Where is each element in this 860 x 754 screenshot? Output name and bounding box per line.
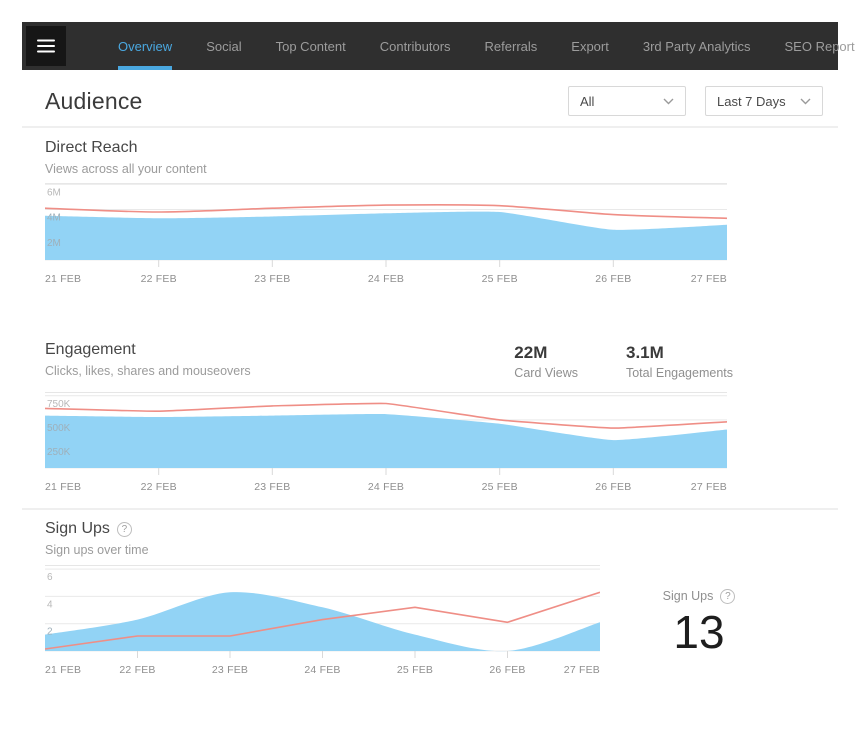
help-icon[interactable]: ? — [720, 589, 735, 604]
svg-text:4: 4 — [47, 599, 53, 610]
svg-text:750K: 750K — [47, 399, 71, 410]
direct-reach-title: Direct Reach — [45, 139, 838, 157]
tab-overview[interactable]: Overview — [118, 22, 172, 70]
tab-3rd-party-analytics[interactable]: 3rd Party Analytics — [643, 22, 751, 70]
svg-text:25 FEB: 25 FEB — [482, 273, 518, 285]
sign-ups-summary-label: Sign Ups ? — [663, 589, 736, 604]
svg-text:21 FEB: 21 FEB — [45, 664, 81, 676]
svg-text:23 FEB: 23 FEB — [254, 481, 290, 493]
svg-text:24 FEB: 24 FEB — [368, 273, 404, 285]
direct-reach-chart: 2M 4M 6M 21 FEB 22 FEB 23 FEB 24 FEB 25 FEB 26 F… — [45, 183, 727, 287]
section-sign-ups: Sign Ups ? Sign ups over time 24621 FEB2… — [22, 520, 838, 678]
svg-text:4M: 4M — [47, 213, 61, 224]
chevron-down-icon — [663, 98, 674, 105]
chevron-down-icon — [800, 98, 811, 105]
engagement-title: Engagement — [45, 341, 251, 359]
scope-dropdown[interactable]: All — [568, 86, 686, 116]
svg-text:21 FEB: 21 FEB — [45, 481, 81, 493]
sign-ups-subtitle: Sign ups over time — [45, 543, 838, 557]
section-engagement: Engagement Clicks, likes, shares and mou… — [22, 341, 838, 495]
section-direct-reach: Direct Reach Views across all your conte… — [22, 139, 838, 287]
tab-contributors[interactable]: Contributors — [380, 22, 451, 70]
help-icon[interactable]: ? — [117, 522, 132, 537]
svg-text:23 FEB: 23 FEB — [254, 273, 290, 285]
audience-dashboard: Overview Social Top Content Contributors Ref… — [0, 22, 860, 678]
tab-social[interactable]: Social — [206, 22, 241, 70]
header-divider — [22, 126, 838, 128]
nav-tabs: Overview Social Top Content Contributors Ref… — [118, 22, 855, 70]
sign-ups-summary-value: 13 — [600, 607, 798, 658]
total-engagements-value: 3.1M — [626, 343, 733, 363]
svg-text:25 FEB: 25 FEB — [482, 481, 518, 493]
svg-text:2: 2 — [47, 627, 53, 638]
svg-text:26 FEB: 26 FEB — [595, 481, 631, 493]
tab-export[interactable]: Export — [571, 22, 609, 70]
svg-text:2M: 2M — [47, 238, 61, 249]
engagement-stats: 22M Card Views 3.1M Total Engagements — [514, 341, 733, 380]
tab-top-content[interactable]: Top Content — [276, 22, 346, 70]
scope-dropdown-value: All — [580, 94, 594, 109]
svg-text:24 FEB: 24 FEB — [304, 664, 340, 676]
svg-text:6: 6 — [47, 572, 53, 583]
page-header: Audience All Last 7 Days — [22, 86, 838, 116]
svg-text:22 FEB: 22 FEB — [119, 664, 155, 676]
engagement-subtitle: Clicks, likes, shares and mouseovers — [45, 364, 251, 378]
date-range-dropdown-value: Last 7 Days — [717, 94, 786, 109]
svg-text:27 FEB: 27 FEB — [564, 664, 600, 676]
svg-text:26 FEB: 26 FEB — [489, 664, 525, 676]
svg-text:27 FEB: 27 FEB — [691, 273, 727, 285]
hamburger-icon — [37, 45, 55, 48]
svg-text:23 FEB: 23 FEB — [212, 664, 248, 676]
tab-seo-report[interactable]: SEO Report — [785, 22, 855, 70]
svg-text:500K: 500K — [47, 423, 71, 434]
sign-ups-chart: 2 4 6 21 FEB 22 FEB 23 FEB 24 FEB 25 FEB 26 FEB 2… — [45, 565, 600, 678]
sign-ups-title: Sign Ups ? — [45, 520, 838, 538]
svg-text:25 FEB: 25 FEB — [397, 664, 433, 676]
direct-reach-subtitle: Views across all your content — [45, 162, 838, 176]
signups-divider — [22, 508, 838, 510]
svg-text:250K: 250K — [47, 447, 71, 458]
stat-total-engagements: 3.1M Total Engagements — [626, 343, 733, 380]
tab-referrals[interactable]: Referrals — [485, 22, 538, 70]
engagement-chart: 250K 500K 750K 21 FEB 22 FEB 23 FEB 24 FEB 25 F… — [45, 392, 727, 495]
total-engagements-label: Total Engagements — [626, 366, 733, 380]
stat-card-views: 22M Card Views — [514, 343, 578, 380]
sign-ups-summary: Sign Ups ? 13 — [600, 565, 798, 678]
svg-text:26 FEB: 26 FEB — [595, 273, 631, 285]
svg-text:21 FEB: 21 FEB — [45, 273, 81, 285]
svg-text:24 FEB: 24 FEB — [368, 481, 404, 493]
svg-text:22 FEB: 22 FEB — [141, 273, 177, 285]
card-views-value: 22M — [514, 343, 578, 363]
svg-text:6M: 6M — [47, 187, 61, 198]
date-range-dropdown[interactable]: Last 7 Days — [705, 86, 823, 116]
svg-text:22 FEB: 22 FEB — [141, 481, 177, 493]
card-views-label: Card Views — [514, 366, 578, 380]
menu-button[interactable] — [26, 26, 66, 66]
filters: All Last 7 Days — [568, 86, 823, 116]
page-title: Audience — [45, 88, 143, 115]
sign-ups-title-text: Sign Ups — [45, 520, 110, 538]
top-nav: Overview Social Top Content Contributors Ref… — [22, 22, 838, 70]
svg-text:27 FEB: 27 FEB — [691, 481, 727, 493]
